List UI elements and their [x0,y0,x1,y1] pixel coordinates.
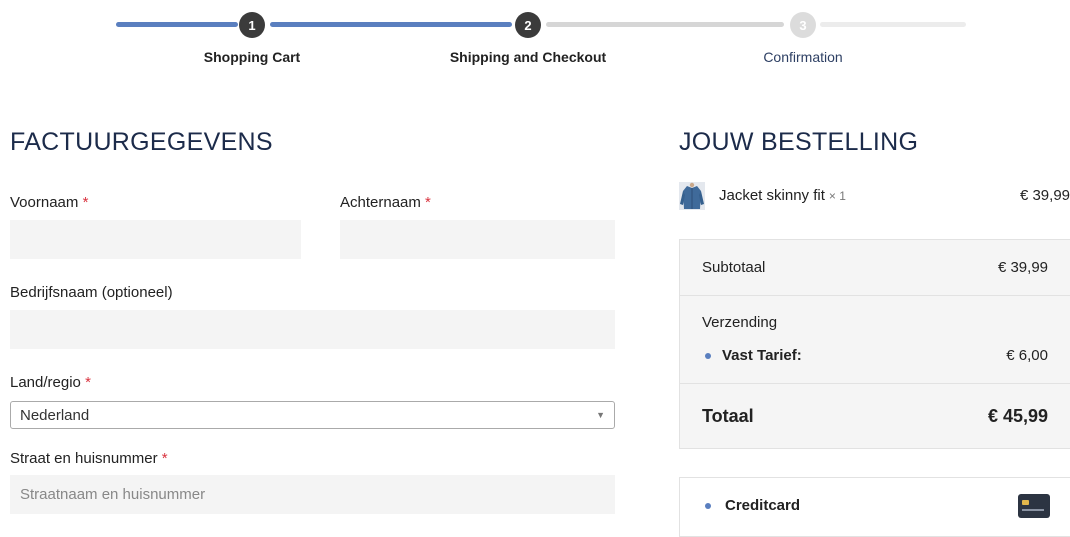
company-input[interactable] [10,310,615,349]
street-label: Straat en huisnummer * [10,450,168,467]
card-chip [1022,500,1029,505]
step-3-label: Confirmation [763,49,843,65]
product-qty: × 1 [828,189,846,203]
credit-card-icon [1018,494,1050,518]
billing-title: FACTUURGEGEVENS [10,128,273,156]
required-marker: * [425,194,431,211]
company-label: Bedrijfsnaam (optioneel) [10,284,173,301]
shipping-label: Verzending [702,314,778,331]
total-label: Totaal [702,406,754,426]
required-marker: * [161,450,168,467]
country-selected-value: Nederland [20,406,90,424]
required-marker: * [82,194,89,211]
chevron-down-icon: ▼ [596,410,605,420]
first-name-label-text: Voornaam [10,194,79,211]
product-thumbnail [679,182,705,210]
step-1-label[interactable]: Shopping Cart [204,49,300,65]
country-label-text: Land/regio [10,374,81,391]
step-3-circle: 3 [790,12,816,38]
step-2-label: Shipping and Checkout [449,49,607,65]
subtotal-label: Subtotaal [702,259,766,276]
street-label-text: Straat en huisnummer [10,450,158,467]
last-name-label: Achternaam * [340,194,431,211]
last-name-input[interactable] [340,220,615,259]
order-title: JOUW BESTELLING [679,128,919,156]
payment-method-creditcard[interactable]: Creditcard [679,477,1070,537]
street-input[interactable]: Straatnaam en huisnummer [10,475,615,514]
divider [680,383,1070,384]
payment-method-label[interactable]: Creditcard [725,497,800,514]
product-name-text: Jacket skinny fit [719,187,825,204]
country-select[interactable]: Nederland ▼ [10,401,615,429]
step-2-circle[interactable]: 2 [515,12,541,38]
card-stripe [1022,509,1044,511]
step-1-circle[interactable]: 1 [239,12,265,38]
divider [680,295,1070,296]
required-marker: * [85,374,91,391]
last-name-label-text: Achternaam [340,194,421,211]
first-name-input[interactable] [10,220,301,259]
progress-bar-1 [116,22,238,27]
radio-selected-icon[interactable] [705,503,711,509]
progress-bar-4 [820,22,966,27]
radio-selected-icon[interactable] [705,353,711,359]
jacket-icon [679,182,705,210]
first-name-label: Voornaam * [10,194,88,211]
country-label: Land/regio * [10,374,91,391]
progress-bar-3 [546,22,784,27]
order-summary-table: Subtotaal € 39,99 Verzending Vast Tarief… [679,239,1070,449]
shipping-method[interactable]: Vast Tarief: [722,347,802,364]
shipping-value: € 6,00 [1006,347,1048,364]
product-price: € 39,99 [1019,187,1070,204]
subtotal-value: € 39,99 [997,259,1048,276]
progress-bar-2 [270,22,512,27]
product-name: Jacket skinny fit × 1 [719,187,846,204]
total-value: € 45,99 [987,406,1048,426]
checkout-progress: 1 2 3 Shopping Cart Shipping and Checkou… [0,0,1070,80]
